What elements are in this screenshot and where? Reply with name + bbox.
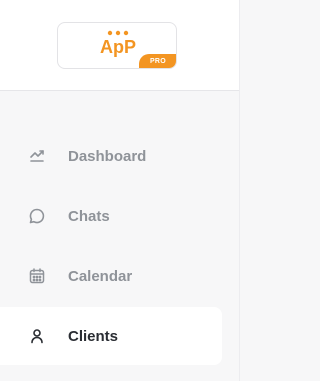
nav-item-label: Chats [68, 207, 110, 225]
nav-item-chats[interactable]: Chats [0, 187, 222, 245]
nav-item-label: Calendar [68, 267, 133, 285]
nav-item-label: Dashboard [68, 147, 147, 165]
sidebar-divider [239, 0, 240, 381]
user-icon [31, 329, 43, 344]
logo-area: ApP PRO [0, 0, 240, 91]
app-logo-mark-icon: ApP [100, 30, 136, 57]
sidebar: ApP PRO Dashboard Chats Calendar Clients [0, 0, 240, 381]
nav-item-dashboard[interactable]: Dashboard [0, 127, 222, 185]
pro-badge: PRO [139, 54, 176, 68]
calendar-icon [29, 268, 45, 284]
nav-item-label: Clients [68, 327, 119, 345]
svg-text:ApP: ApP [100, 37, 136, 57]
nav-item-calendar[interactable]: Calendar [0, 247, 222, 305]
trend-chart-icon [30, 150, 44, 162]
app-logo[interactable]: ApP PRO [57, 22, 177, 69]
nav-item-clients[interactable]: Clients [0, 307, 222, 365]
chat-bubble-icon [29, 208, 45, 224]
